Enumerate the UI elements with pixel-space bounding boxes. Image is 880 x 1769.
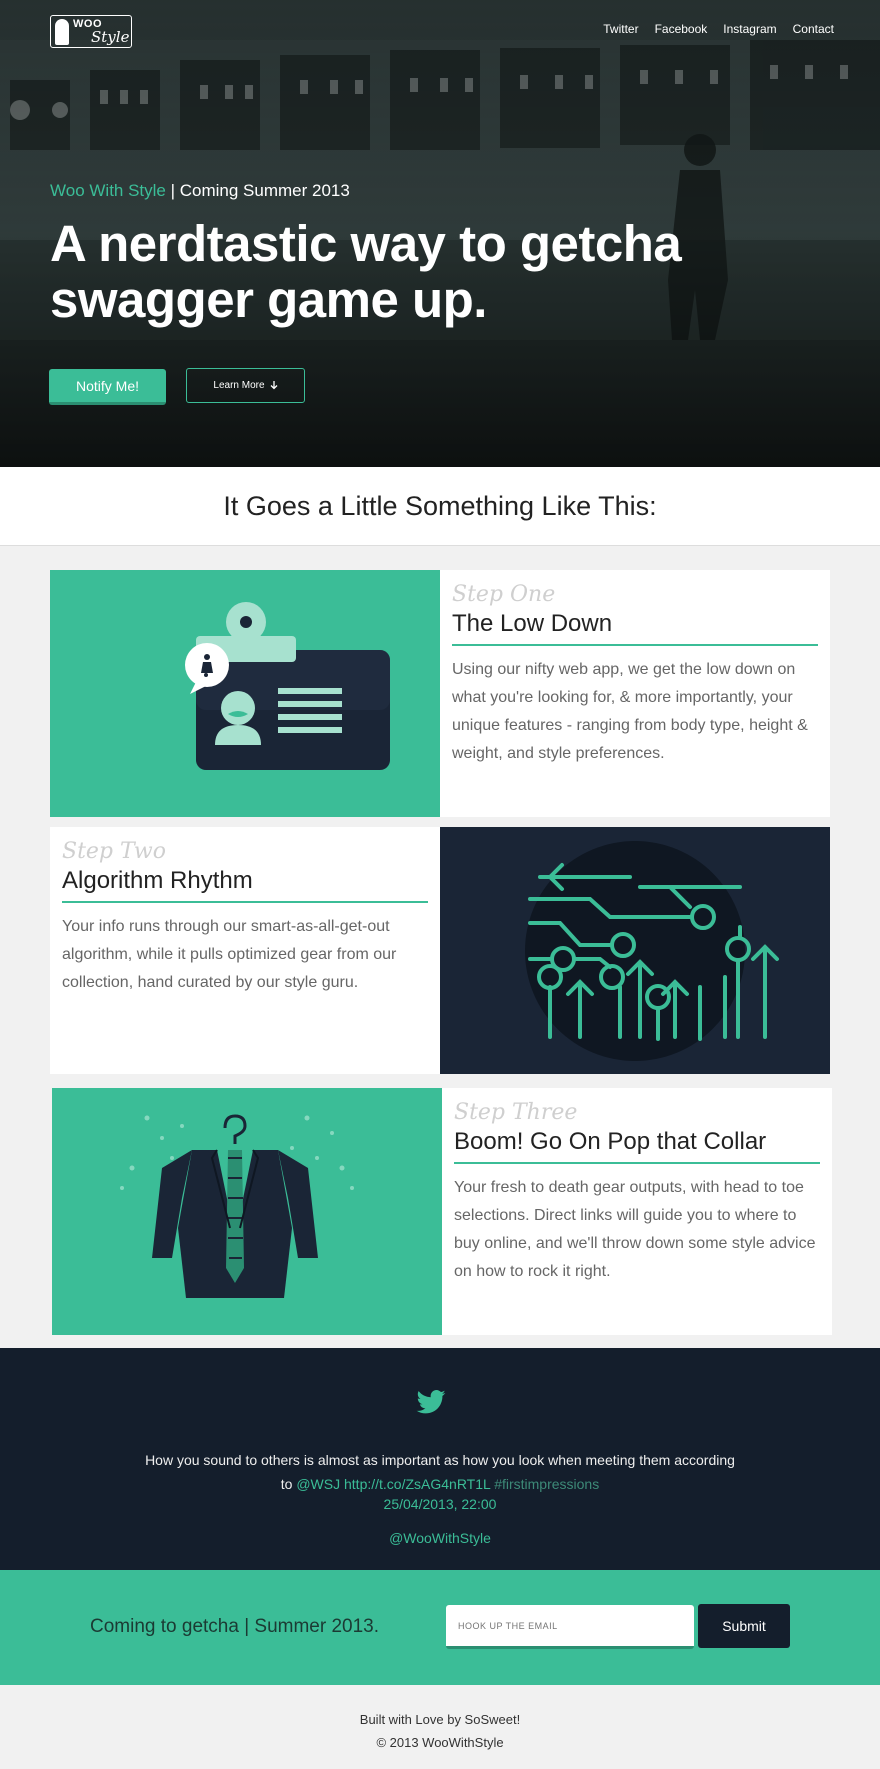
step-two-body: Your info runs through our smart-as-all-… [62, 918, 397, 991]
notify-me-label: Notify Me! [75, 377, 139, 394]
site-logo[interactable]: WOO Style [50, 15, 132, 48]
footer-copyright: © 2013 WooWithStyle [376, 1735, 504, 1750]
logo-figure-icon [55, 19, 69, 45]
step-three-card: Step Three Boom! Go On Pop that Collar Y… [52, 1088, 832, 1335]
tweet-text: How you sound to others is almost as imp… [140, 1448, 740, 1496]
step-one-title: The Low Down [452, 608, 818, 646]
twitter-bird-icon[interactable] [416, 1390, 446, 1414]
step-one-body: Using our nifty web app, we get the low … [452, 661, 808, 762]
arrow-down-icon [270, 381, 278, 390]
submit-label: Submit [722, 1618, 766, 1634]
learn-more-button[interactable]: Learn More [186, 368, 305, 403]
twitter-section: How you sound to others is almost as imp… [0, 1348, 880, 1570]
footer: Built with Love by SoSweet! © 2013 WooWi… [0, 1685, 880, 1769]
hero-headline: A nerdtastic way to getcha swagger game … [50, 215, 682, 328]
step-three-body: Your fresh to death gear outputs, with h… [454, 1179, 816, 1280]
circuit-algorithm-illustration [440, 827, 830, 1074]
tweet-mention-link[interactable]: @WSJ [296, 1476, 340, 1492]
nav-instagram[interactable]: Instagram [723, 22, 776, 36]
notify-me-button[interactable]: Notify Me! [49, 369, 166, 405]
hero-brand: Woo With Style [50, 181, 166, 200]
top-nav: Twitter Facebook Instagram Contact [603, 22, 834, 36]
hero-tagline: Woo With Style | Coming Summer 2013 [50, 181, 350, 201]
signup-section: Coming to getcha | Summer 2013. Submit [0, 1570, 880, 1685]
step-two-title: Algorithm Rhythm [62, 865, 428, 903]
signup-message: Coming to getcha | Summer 2013. [90, 1616, 380, 1637]
email-input[interactable] [446, 1605, 694, 1649]
learn-more-label: Learn More [213, 380, 265, 391]
section-title: It Goes a Little Something Like This: [0, 467, 880, 546]
logo-script-text: Style [91, 28, 130, 46]
step-two-label: Step Two [62, 839, 166, 864]
step-three-text: Step Three Boom! Go On Pop that Collar Y… [442, 1088, 832, 1335]
footer-credit: Built with Love by SoSweet! [359, 1712, 521, 1727]
hero-tagline-suffix: | Coming Summer 2013 [165, 181, 350, 200]
tweet-hashtag-link[interactable]: #firstimpressions [494, 1476, 599, 1492]
step-one-label: Step One [452, 582, 556, 607]
step-three-title: Boom! Go On Pop that Collar [454, 1126, 820, 1164]
step-one-card: Step One The Low Down Using our nifty we… [50, 570, 830, 817]
twitter-handle-link[interactable]: @WooWithStyle [0, 1530, 880, 1546]
hero-section: WOO Style Twitter Facebook Instagram Con… [0, 0, 880, 467]
nav-facebook[interactable]: Facebook [655, 22, 708, 36]
nav-twitter[interactable]: Twitter [603, 22, 638, 36]
step-one-text: Step One The Low Down Using our nifty we… [440, 570, 830, 817]
step-three-label: Step Three [454, 1100, 578, 1125]
step-two-card: Step Two Algorithm Rhythm Your info runs… [50, 827, 830, 1074]
step-two-text: Step Two Algorithm Rhythm Your info runs… [50, 827, 440, 1074]
submit-button[interactable]: Submit [698, 1604, 790, 1648]
nav-contact[interactable]: Contact [793, 22, 834, 36]
id-badge-illustration [50, 570, 440, 817]
suit-jacket-illustration [52, 1088, 442, 1335]
tweet-date: 25/04/2013, 22:00 [383, 1496, 497, 1512]
tweet-url-link[interactable]: http://t.co/ZsAG4nRT1L [344, 1476, 490, 1492]
